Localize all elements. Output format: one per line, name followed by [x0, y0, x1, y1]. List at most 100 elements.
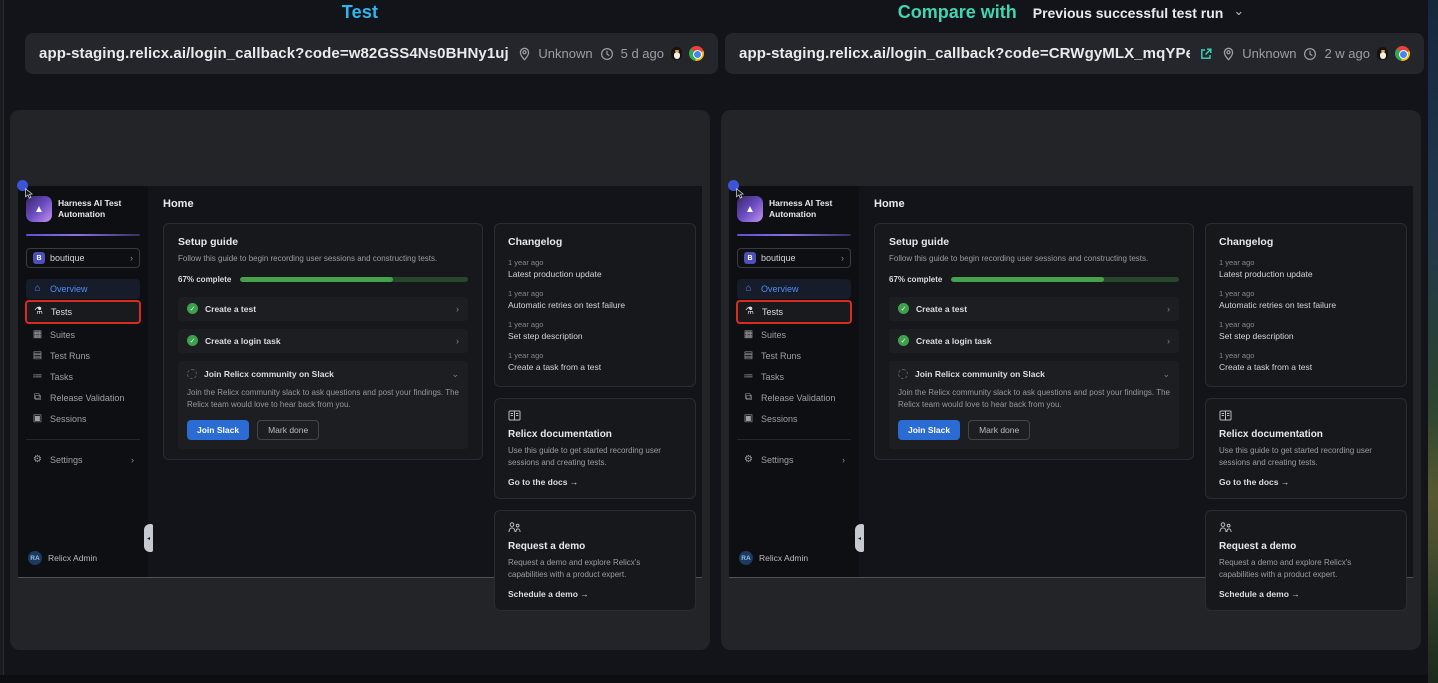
request-demo-card: Request a demo Request a demo and explor… — [1205, 510, 1407, 611]
sidebar-item-overview[interactable]: ⌂ Overview — [737, 279, 851, 299]
brand-line-1: Harness AI Test — [769, 198, 832, 209]
join-slack-button[interactable]: Join Slack — [898, 420, 960, 440]
sidebar-item-release-validation[interactable]: ⧉ Release Validation — [26, 388, 140, 408]
compare-url-bar[interactable]: app-staging.relicx.ai/login_callback?cod… — [725, 33, 1424, 74]
sidebar-item-tasks[interactable]: ≔ Tasks — [737, 367, 851, 387]
mark-done-button[interactable]: Mark done — [257, 420, 319, 440]
app-screenshot[interactable]: ▲ Harness AI Test Automation B boutique … — [729, 186, 1413, 578]
checklist-item-create-login-task[interactable]: ✓ Create a login task › — [178, 329, 468, 353]
sidebar-item-sessions[interactable]: ▣ Sessions — [26, 409, 140, 429]
sidebar-collapse-handle[interactable]: ◂ — [144, 524, 153, 552]
progress-label: 67% complete — [178, 275, 231, 284]
user-account[interactable]: RA Relicx Admin — [737, 551, 851, 569]
sidebar-item-label: Overview — [761, 284, 799, 294]
documentation-description: Use this guide to get started recording … — [1219, 445, 1393, 469]
sidebar-item-label: Settings — [50, 455, 83, 465]
schedule-demo-link[interactable]: Schedule a demo → — [508, 589, 682, 599]
chevron-right-icon: › — [1167, 336, 1170, 346]
sidebar-item-settings[interactable]: ⚙ Settings › — [737, 450, 851, 470]
project-selector[interactable]: B boutique › — [26, 248, 140, 268]
page-title: Home — [874, 198, 1407, 210]
go-to-docs-link[interactable]: Go to the docs → — [1219, 477, 1393, 487]
changelog-time: 1 year ago — [1219, 320, 1393, 329]
checklist-item-create-login-task[interactable]: ✓ Create a login task › — [889, 329, 1179, 353]
chevron-right-icon: › — [131, 455, 134, 465]
changelog-time: 1 year ago — [508, 351, 682, 360]
sidebar-collapse-handle[interactable]: ◂ — [855, 524, 864, 552]
sidebar-item-tests[interactable]: ⚗ Tests — [27, 302, 139, 322]
documentation-title: Relicx documentation — [508, 429, 682, 440]
setup-guide-description: Follow this guide to begin recording use… — [178, 253, 468, 265]
release-icon: ⧉ — [743, 393, 754, 403]
sidebar-item-sessions[interactable]: ▣ Sessions — [737, 409, 851, 429]
external-link-icon[interactable] — [1199, 47, 1213, 61]
join-slack-button[interactable]: Join Slack — [187, 420, 249, 440]
request-demo-card: Request a demo Request a demo and explor… — [494, 510, 696, 611]
app-screenshot[interactable]: ▲ Harness AI Test Automation B boutique … — [18, 186, 702, 578]
chevron-right-icon: › — [130, 253, 133, 263]
test-runs-icon: ▤ — [743, 351, 754, 361]
sidebar-item-test-runs[interactable]: ▤ Test Runs — [26, 346, 140, 366]
progress-bar — [951, 277, 1179, 282]
join-slack-header[interactable]: Join Relicx community on Slack ⌄ — [898, 369, 1170, 380]
sidebar-item-suites[interactable]: ▦ Suites — [26, 325, 140, 345]
chevron-right-icon: › — [841, 253, 844, 263]
book-icon — [1219, 410, 1232, 421]
setup-guide-card: Setup guide Follow this guide to begin r… — [163, 223, 483, 460]
sidebar-item-release-validation[interactable]: ⧉ Release Validation — [737, 388, 851, 408]
test-runs-icon: ▤ — [32, 351, 43, 361]
request-demo-title: Request a demo — [1219, 541, 1393, 552]
sidebar-gradient-divider — [737, 234, 851, 236]
chevron-right-icon: › — [456, 336, 459, 346]
sidebar-item-label: Tests — [762, 307, 783, 317]
setup-guide-card: Setup guide Follow this guide to begin r… — [874, 223, 1194, 460]
user-account[interactable]: RA Relicx Admin — [26, 551, 140, 569]
app-sidebar: ▲ Harness AI Test Automation B boutique … — [729, 186, 859, 577]
changelog-card: Changelog 1 year ago Latest production u… — [494, 223, 696, 387]
changelog-entry: 1 year ago Automatic retries on test fai… — [508, 289, 682, 310]
compare-run-selector[interactable]: Previous successful test run ⌄ — [1033, 5, 1245, 21]
join-slack-header[interactable]: Join Relicx community on Slack ⌄ — [187, 369, 459, 380]
sessions-icon: ▣ — [743, 414, 754, 424]
documentation-description: Use this guide to get started recording … — [508, 445, 682, 469]
compare-screenshot-panel[interactable]: ▲ Harness AI Test Automation B boutique … — [721, 110, 1421, 650]
check-icon: ✓ — [187, 303, 198, 314]
test-column-title: Test — [10, 2, 710, 23]
list-icon: ≔ — [32, 372, 43, 382]
project-selector[interactable]: B boutique › — [737, 248, 851, 268]
changelog-text: Create a task from a test — [1219, 362, 1393, 372]
app-main: Home Setup guide Follow this guide to be… — [859, 186, 1413, 577]
compare-run-selector-value: Previous successful test run — [1033, 5, 1224, 21]
release-icon: ⧉ — [32, 393, 43, 403]
checklist-item-create-test[interactable]: ✓ Create a test › — [178, 297, 468, 321]
chevron-right-icon: › — [1167, 304, 1170, 314]
sidebar-item-overview[interactable]: ⌂ Overview — [26, 279, 140, 299]
sidebar-item-tests[interactable]: ⚗ Tests — [738, 302, 850, 322]
home-icon: ⌂ — [743, 284, 754, 294]
chevron-down-icon: ⌄ — [1162, 369, 1170, 380]
documentation-card: Relicx documentation Use this guide to g… — [1205, 398, 1407, 499]
join-slack-description: Join the Relicx community slack to ask q… — [898, 387, 1170, 411]
sidebar-item-tasks[interactable]: ≔ Tasks — [26, 367, 140, 387]
test-url-bar[interactable]: app-staging.relicx.ai/login_callback?cod… — [25, 33, 718, 74]
sidebar-item-settings[interactable]: ⚙ Settings › — [26, 450, 140, 470]
compare-age: 2 w ago — [1324, 46, 1370, 61]
test-screenshot-panel[interactable]: ▲ Harness AI Test Automation B boutique … — [10, 110, 710, 650]
go-to-docs-link[interactable]: Go to the docs → — [508, 477, 682, 487]
harness-logo-icon: ▲ — [737, 196, 763, 222]
sessions-icon: ▣ — [32, 414, 43, 424]
changelog-text: Automatic retries on test failure — [1219, 300, 1393, 310]
changelog-text: Automatic retries on test failure — [508, 300, 682, 310]
sidebar-item-label: Tasks — [761, 372, 784, 382]
changelog-time: 1 year ago — [508, 289, 682, 298]
mark-done-button[interactable]: Mark done — [968, 420, 1030, 440]
changelog-text: Latest production update — [1219, 269, 1393, 279]
sidebar-nav: ⌂ Overview ⚗ Tests ▦ Suites ▤ Test Runs … — [26, 279, 140, 470]
sidebar-item-suites[interactable]: ▦ Suites — [737, 325, 851, 345]
brand-line-1: Harness AI Test — [58, 198, 121, 209]
sidebar-item-test-runs[interactable]: ▤ Test Runs — [737, 346, 851, 366]
unchecked-circle-icon — [898, 369, 908, 379]
schedule-demo-link[interactable]: Schedule a demo → — [1219, 589, 1393, 599]
checklist-item-create-test[interactable]: ✓ Create a test › — [889, 297, 1179, 321]
chevron-down-icon: ⌄ — [1233, 3, 1244, 19]
